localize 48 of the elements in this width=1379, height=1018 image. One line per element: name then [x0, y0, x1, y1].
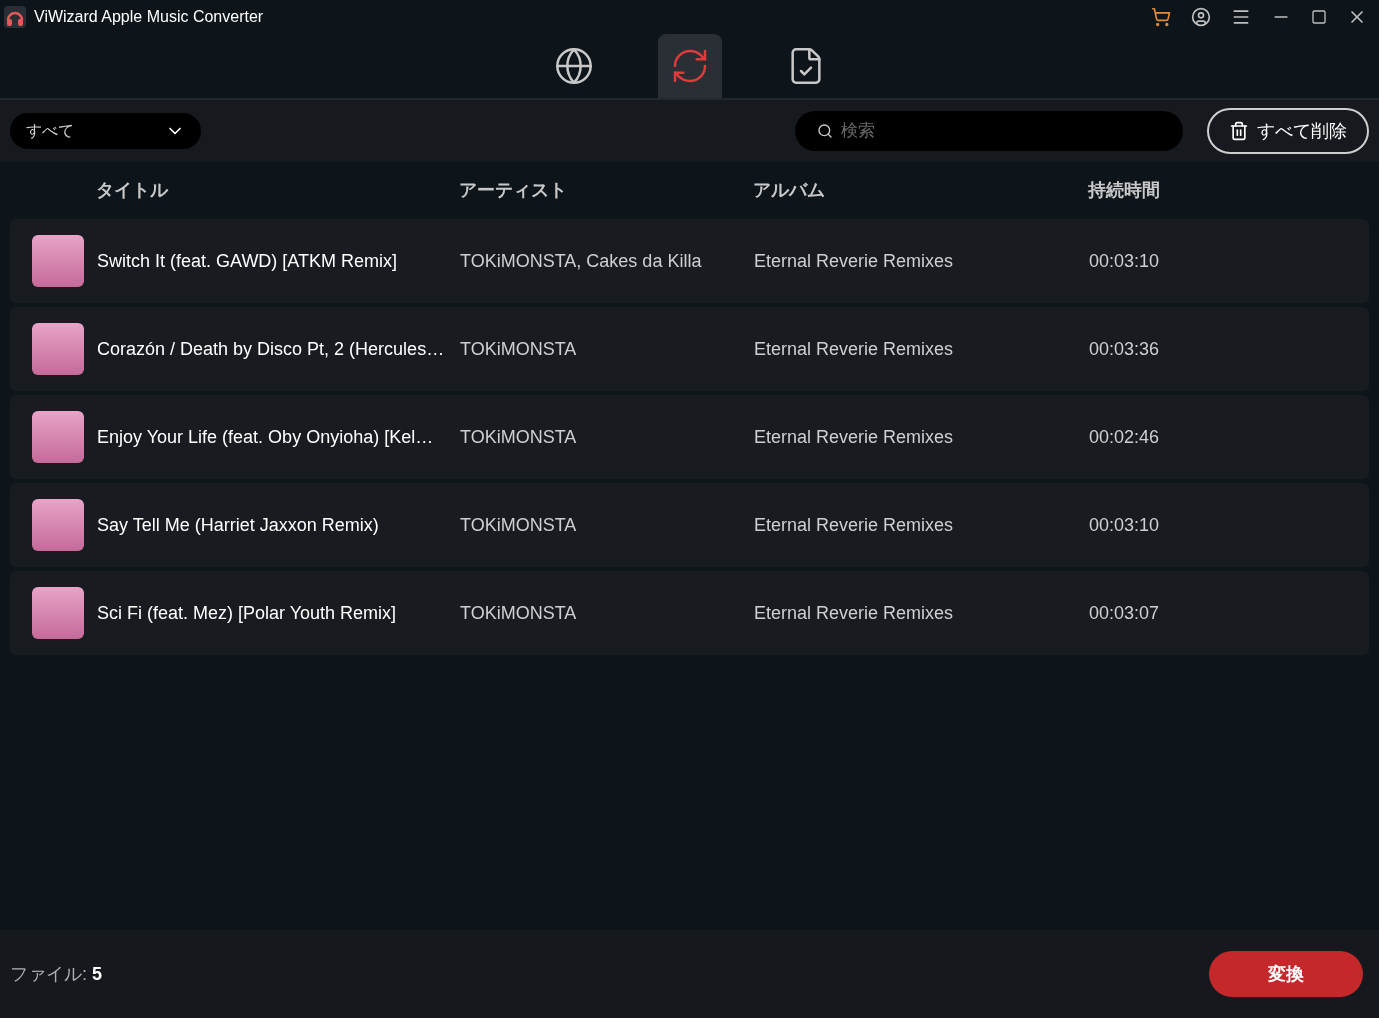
- track-row[interactable]: Say Tell Me (Harriet Jaxxon Remix) TOKiMONSTA Eternal Reverie Remixes 00:03:10: [10, 483, 1369, 567]
- album-art-placeholder: [32, 499, 84, 551]
- track-duration: 00:03:36: [1089, 337, 1160, 361]
- track-album: Eternal Reverie Remixes: [754, 513, 955, 537]
- track-album: Eternal Reverie Remixes: [754, 337, 955, 361]
- track-title: Say Tell Me (Harriet Jaxxon Remix): [97, 513, 380, 537]
- track-row[interactable]: Switch It (feat. GAWD) [ATKM Remix] TOKiMONSTA, Cakes da Killa Eternal Reverie Remixes 00:03:10: [10, 219, 1369, 303]
- trash-icon: [1229, 121, 1249, 141]
- track-artist: TOKiMONSTA: [460, 601, 578, 625]
- track-duration: 00:03:07: [1089, 601, 1160, 625]
- user-icon[interactable]: [1191, 7, 1211, 27]
- track-row[interactable]: Sci Fi (feat. Mez) [Polar Youth Remix] TOKiMONSTA Eternal Reverie Remixes 00:03:07: [10, 571, 1369, 655]
- track-artist: TOKiMONSTA: [460, 337, 578, 361]
- album-art-placeholder: [32, 235, 84, 287]
- file-count: ファイル: 5: [10, 962, 103, 986]
- globe-icon: [553, 46, 594, 86]
- column-header: アルバム: [753, 179, 826, 202]
- track-title: Sci Fi (feat. Mez) [Polar Youth Remix]: [97, 601, 398, 625]
- track-row[interactable]: Corazón / Death by Disco Pt, 2 (Hercules… TOKiMONSTA Eternal Reverie Remixes 00:03:36: [10, 307, 1369, 391]
- album-art-placeholder: [32, 411, 84, 463]
- track-duration: 00:03:10: [1089, 249, 1160, 273]
- column-header: アーティスト: [459, 179, 568, 202]
- track-artist: TOKiMONSTA: [460, 425, 578, 449]
- headphones-logo-icon: [4, 6, 26, 28]
- track-row[interactable]: Enjoy Your Life (feat. Oby Onyioha) [Kel… TOKiMONSTA Eternal Reverie Remixes 00:02:46: [10, 395, 1369, 479]
- search-icon: [817, 123, 833, 139]
- album-art-placeholder: [32, 587, 84, 639]
- track-album: Eternal Reverie Remixes: [754, 249, 955, 273]
- maximize-icon[interactable]: [1311, 9, 1327, 25]
- cart-icon[interactable]: [1151, 7, 1171, 27]
- album-art-placeholder: [32, 323, 84, 375]
- column-header: 持続時間: [1088, 179, 1160, 202]
- convert-button[interactable]: 変換: [1209, 951, 1363, 997]
- menu-icon[interactable]: [1231, 7, 1251, 27]
- track-duration: 00:03:10: [1089, 513, 1160, 537]
- track-duration: 00:02:46: [1089, 425, 1160, 449]
- track-title: Enjoy Your Life (feat. Oby Onyioha) [Kel…: [97, 425, 435, 449]
- column-header: タイトル: [96, 179, 170, 202]
- track-title: Corazón / Death by Disco Pt, 2 (Hercules…: [97, 337, 446, 361]
- track-artist: TOKiMONSTA: [460, 513, 578, 537]
- track-title: Switch It (feat. GAWD) [ATKM Remix]: [97, 249, 399, 273]
- filter-dropdown[interactable]: すべて: [10, 113, 201, 149]
- track-album: Eternal Reverie Remixes: [754, 601, 955, 625]
- delete-all-button[interactable]: すべて削除: [1207, 108, 1369, 154]
- search-field[interactable]: 検索: [795, 111, 1183, 151]
- window-title: ViWizard Apple Music Converter: [34, 7, 264, 27]
- track-album: Eternal Reverie Remixes: [754, 425, 955, 449]
- track-artist: TOKiMONSTA, Cakes da Killa: [460, 249, 703, 273]
